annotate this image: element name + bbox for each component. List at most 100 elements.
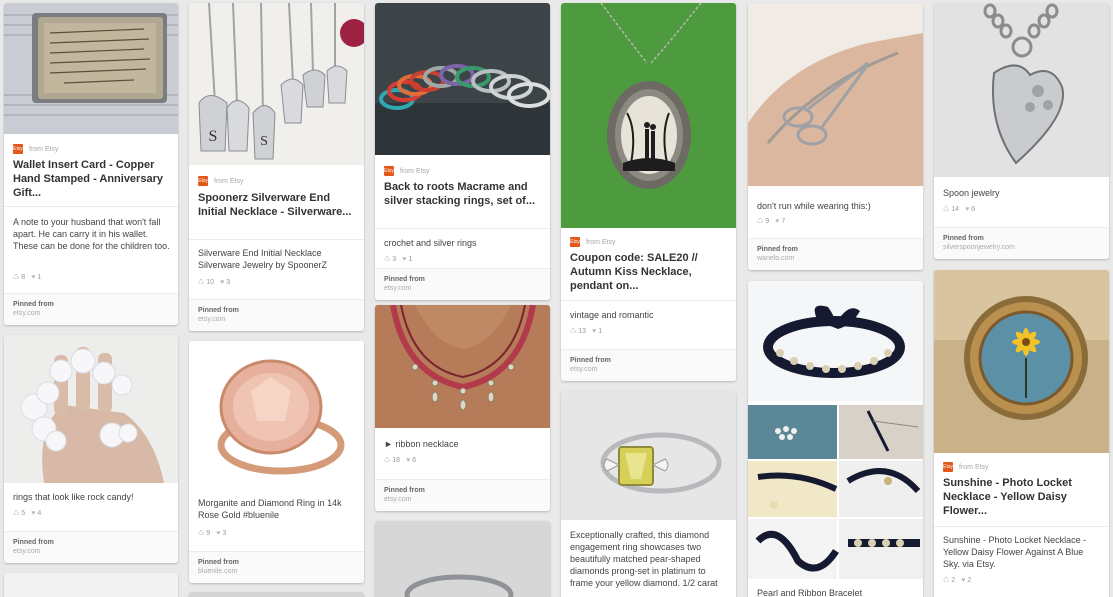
pin-image[interactable] — [4, 573, 178, 597]
repin-count[interactable]: ♺ 13 — [570, 327, 586, 335]
pin-title[interactable]: Wallet Insert Card - Copper Hand Stamped… — [13, 158, 170, 200]
pin-source[interactable]: Etsy from Etsy — [198, 176, 244, 186]
heart-icon: ♥ — [31, 509, 36, 517]
pin-card-silver-ring[interactable] — [375, 521, 550, 597]
pin-card-sunshine-locket[interactable]: Etsy from Etsy Sunshine - Photo Locket Ne… — [934, 270, 1109, 597]
pinned-from-domain: etsy.com — [570, 366, 598, 373]
pinned-from[interactable]: Pinned from bluenile.com — [189, 551, 364, 583]
pin-image-graphic: S S — [189, 3, 364, 165]
repin-count[interactable]: ♺ 14 — [943, 205, 959, 213]
pin-description: crochet and silver rings — [384, 238, 477, 248]
repin-icon: ♺ — [198, 530, 205, 537]
pinned-from-label: Pinned from — [943, 235, 984, 242]
pin-card-pearl-ribbon-bracelet[interactable]: Pearl and Ribbon Bracelet — [748, 281, 923, 597]
pin-stats: ♺ 8 ♥ 1 — [13, 273, 41, 282]
pin-card-scissors-bracelet[interactable]: don't run while wearing this:) ♺ 9 ♥ 7 Pin… — [748, 3, 923, 270]
pin-card-spoon-initial[interactable]: S S Etsy from Etsy Spoonerz Silverware En… — [189, 3, 364, 331]
pin-image-graphic — [375, 3, 550, 155]
pin-card-partial[interactable] — [4, 573, 178, 597]
pin-image[interactable] — [375, 521, 550, 597]
pin-image[interactable]: S S — [189, 3, 364, 165]
pin-card-wallet-insert[interactable]: Etsy from Etsy Wallet Insert Card - Coppe… — [4, 3, 178, 325]
pin-source[interactable]: Etsy from Etsy — [570, 237, 616, 247]
pin-source[interactable]: Etsy from Etsy — [13, 144, 59, 154]
pinned-from-label: Pinned from — [198, 559, 239, 566]
pinned-from[interactable]: Pinned from etsy.com — [4, 293, 178, 325]
repin-count[interactable]: ♺ 3 — [384, 255, 396, 263]
pin-card-diamond-ring[interactable]: Exceptionally crafted, this diamond enga… — [561, 391, 736, 597]
repin-count[interactable]: ♺ 8 — [13, 273, 25, 281]
pin-title[interactable]: Spoonerz Silverware End Initial Necklace… — [198, 191, 356, 219]
pinned-from-domain: etsy.com — [384, 285, 412, 292]
pin-card-rock-candy-rings[interactable]: rings that look like rock candy! ♺ 5 ♥ 4 P… — [4, 335, 178, 563]
pin-image-graphic — [375, 305, 550, 428]
pin-card-macrame-rings[interactable]: Etsy from Etsy Back to roots Macrame and … — [375, 3, 550, 300]
pinned-from[interactable]: Pinned from silverspoonjewelry.com — [934, 227, 1109, 259]
heart-icon: ♥ — [592, 327, 597, 335]
pinned-from[interactable]: Pinned from etsy.com — [189, 299, 364, 331]
repin-count[interactable]: ♺ 9 — [757, 217, 769, 225]
pinned-from-domain: etsy.com — [13, 310, 41, 317]
pinned-from[interactable]: Pinned from wanelo.com — [748, 238, 923, 270]
pin-image[interactable] — [4, 3, 178, 134]
pin-source-label: from Etsy — [959, 463, 989, 471]
like-count[interactable]: ♥ 4 — [31, 510, 41, 517]
pin-image[interactable] — [189, 592, 364, 597]
pin-source[interactable]: Etsy from Etsy — [384, 166, 430, 176]
pin-title[interactable]: Back to roots Macrame and silver stackin… — [384, 180, 542, 208]
pin-image[interactable] — [4, 335, 178, 483]
pin-image-letter: S — [260, 134, 268, 149]
pinned-from[interactable]: Pinned from etsy.com — [375, 268, 550, 300]
pin-image[interactable] — [561, 3, 736, 228]
repin-icon: ♺ — [943, 577, 950, 584]
pin-image[interactable] — [934, 3, 1109, 177]
pin-image[interactable] — [748, 281, 923, 579]
pin-description: Morganite and Diamond Ring in 14k Rose G… — [198, 498, 342, 520]
like-count[interactable]: ♥ 3 — [216, 530, 226, 537]
pin-source-label: from Etsy — [214, 177, 244, 185]
repin-count[interactable]: ♺ 18 — [384, 456, 400, 464]
pin-image-graphic — [4, 3, 178, 134]
heart-icon: ♥ — [31, 273, 36, 281]
like-count[interactable]: ♥ 1 — [31, 274, 41, 281]
pin-image[interactable] — [375, 3, 550, 155]
pin-title[interactable]: Coupon code: SALE20 // Autumn Kiss Neckl… — [570, 251, 728, 293]
pinned-from-label: Pinned from — [13, 301, 54, 308]
repin-count[interactable]: ♺ 9 — [198, 529, 210, 537]
repin-icon: ♺ — [13, 274, 20, 281]
pinned-from[interactable]: Pinned from etsy.com — [375, 479, 550, 511]
like-count[interactable]: ♥ 3 — [220, 279, 230, 286]
pin-image-graphic — [375, 521, 550, 597]
pin-card-morganite-ring[interactable]: Morganite and Diamond Ring in 14k Rose G… — [189, 341, 364, 583]
pinned-from[interactable]: Pinned from etsy.com — [561, 349, 736, 381]
like-count[interactable]: ♥ 2 — [961, 577, 971, 584]
pin-description: rings that look like rock candy! — [13, 492, 134, 502]
pinned-from-domain: etsy.com — [13, 548, 41, 555]
pin-stats: ♺ 5 ♥ 4 — [13, 509, 41, 518]
repin-count[interactable]: ♺ 5 — [13, 509, 25, 517]
pin-image[interactable] — [561, 391, 736, 520]
divider — [4, 206, 178, 207]
like-count[interactable]: ♥ 7 — [775, 218, 785, 225]
repin-count[interactable]: ♺ 2 — [943, 576, 955, 584]
etsy-logo-icon: Etsy — [570, 237, 580, 247]
like-count[interactable]: ♥ 6 — [965, 206, 975, 213]
pin-card-ribbon-necklace[interactable]: ► ribbon necklace ♺ 18 ♥ 6 Pinned from etsy… — [375, 305, 550, 511]
pinned-from[interactable]: Pinned from etsy.com — [4, 531, 178, 563]
pin-card-partial[interactable] — [189, 592, 364, 597]
pin-title[interactable]: Sunshine - Photo Locket Necklace - Yello… — [943, 476, 1101, 518]
repin-count[interactable]: ♺ 10 — [198, 278, 214, 286]
pin-image[interactable] — [748, 3, 923, 186]
pin-image[interactable] — [375, 305, 550, 428]
pin-image-graphic — [934, 3, 1109, 177]
pin-image[interactable] — [189, 341, 364, 485]
pin-card-spoon-jewelry[interactable]: Spoon jewelry ♺ 14 ♥ 6 Pinned from silversp… — [934, 3, 1109, 259]
pin-source[interactable]: Etsy from Etsy — [943, 462, 989, 472]
like-count[interactable]: ♥ 1 — [402, 256, 412, 263]
like-count[interactable]: ♥ 1 — [592, 328, 602, 335]
like-count[interactable]: ♥ 6 — [406, 457, 416, 464]
pin-stats: ♺ 18 ♥ 6 — [384, 456, 416, 465]
pin-card-autumn-kiss[interactable]: Etsy from Etsy Coupon code: SALE20 // Aut… — [561, 3, 736, 381]
repin-icon: ♺ — [943, 206, 950, 213]
pin-image[interactable] — [934, 270, 1109, 453]
